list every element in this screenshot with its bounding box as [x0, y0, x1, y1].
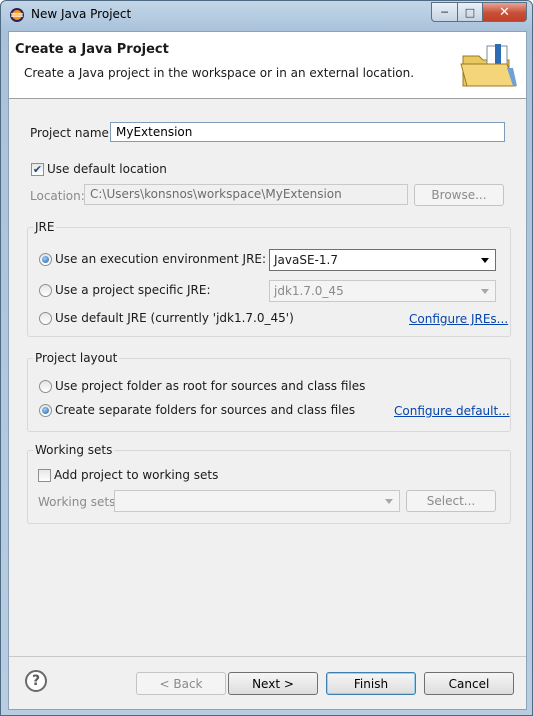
dialog-window: New Java Project ─ □ ✕ Create a Java Pro…	[0, 0, 533, 716]
execution-environment-select[interactable]: JavaSE-1.7	[269, 249, 496, 271]
working-sets-group	[27, 450, 511, 524]
configure-jres-link[interactable]: Configure JREs...	[409, 312, 508, 326]
window-title: New Java Project	[31, 7, 132, 21]
location-label: Location:	[30, 189, 85, 203]
working-sets-group-title: Working sets	[33, 443, 115, 457]
execution-environment-value: JavaSE-1.7	[274, 253, 338, 267]
use-default-location-checkbox[interactable]: ✔	[31, 163, 44, 176]
back-button[interactable]: < Back	[136, 672, 226, 695]
chevron-down-icon	[385, 499, 393, 504]
finish-button[interactable]: Finish	[326, 672, 416, 695]
working-sets-label: Working sets:	[38, 495, 120, 509]
project-specific-jre-radio[interactable]	[39, 284, 52, 297]
next-button[interactable]: Next >	[228, 672, 318, 695]
title-bar[interactable]: New Java Project ─ □ ✕	[1, 1, 532, 29]
location-input[interactable]: C:\Users\konsnos\workspace\MyExtension	[84, 184, 408, 205]
project-folder-root-label: Use project folder as root for sources a…	[55, 379, 366, 393]
execution-environment-radio[interactable]	[39, 253, 52, 266]
working-sets-select[interactable]	[114, 490, 400, 512]
execution-environment-label: Use an execution environment JRE:	[55, 252, 267, 266]
maximize-button[interactable]: □	[458, 2, 483, 22]
page-description: Create a Java project in the workspace o…	[24, 66, 415, 80]
project-layout-group	[27, 358, 511, 432]
help-icon[interactable]: ?	[25, 670, 47, 692]
java-project-folder-icon	[460, 44, 517, 87]
close-button[interactable]: ✕	[483, 2, 527, 22]
project-specific-jre-select[interactable]: jdk1.7.0_45	[269, 280, 496, 302]
jre-group-title: JRE	[33, 220, 57, 234]
minimize-button[interactable]: ─	[431, 2, 458, 22]
add-to-working-sets-checkbox[interactable]	[38, 469, 51, 482]
project-name-label: Project name:	[30, 126, 113, 140]
project-name-input[interactable]: MyExtension	[110, 122, 505, 142]
configure-default-link[interactable]: Configure default...	[394, 404, 510, 418]
wizard-header: Create a Java Project Create a Java proj…	[9, 32, 526, 99]
chevron-down-icon	[481, 258, 489, 263]
project-specific-jre-label: Use a project specific JRE:	[55, 283, 211, 297]
default-jre-label: Use default JRE (currently 'jdk1.7.0_45'…	[55, 311, 294, 325]
page-title: Create a Java Project	[15, 42, 169, 57]
default-jre-radio[interactable]	[39, 312, 52, 325]
browse-button[interactable]: Browse...	[414, 184, 504, 206]
project-folder-root-radio[interactable]	[39, 380, 52, 393]
project-specific-jre-value: jdk1.7.0_45	[274, 284, 344, 298]
separate-folders-label: Create separate folders for sources and …	[55, 403, 356, 417]
separate-folders-radio[interactable]	[39, 404, 52, 417]
select-working-sets-button[interactable]: Select...	[406, 490, 496, 512]
dialog-content: Create a Java Project Create a Java proj…	[8, 31, 527, 710]
cancel-button[interactable]: Cancel	[424, 672, 514, 695]
add-to-working-sets-label: Add project to working sets	[54, 468, 219, 482]
chevron-down-icon	[481, 289, 489, 294]
use-default-location-label: Use default location	[47, 162, 167, 176]
footer-separator	[9, 656, 526, 657]
project-layout-group-title: Project layout	[33, 351, 120, 365]
eclipse-icon	[10, 8, 24, 22]
